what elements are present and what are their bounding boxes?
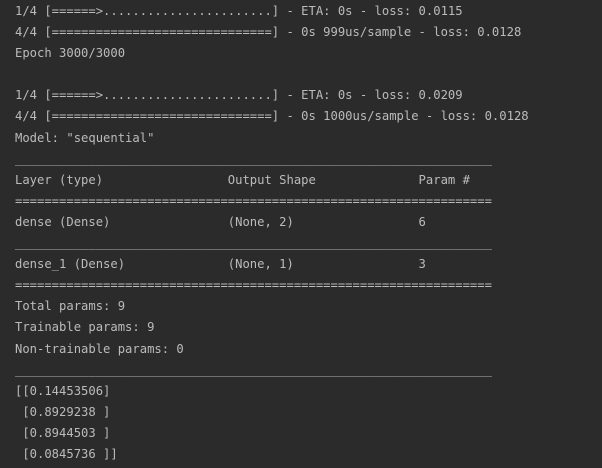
trainable-params-line: Trainable params: 9	[15, 320, 155, 335]
summary-double-separator: ========================================…	[15, 193, 492, 208]
progress-line-partial: 1/4 [======>.......................] - E…	[15, 88, 463, 103]
summary-separator: ________________________________________…	[15, 236, 492, 251]
summary-separator: ________________________________________…	[15, 151, 492, 166]
summary-double-separator: ========================================…	[15, 278, 492, 293]
summary-header-row: Layer (type) Output Shape Param #	[15, 172, 492, 187]
layer-row: dense_1 (Dense) (None, 1) 3	[15, 257, 492, 272]
prediction-line: [0.8929238 ]	[15, 404, 111, 419]
prediction-line: [0.0845736 ]]	[15, 446, 118, 461]
epoch-line: Epoch 3000/3000	[15, 46, 126, 61]
prediction-line: [[0.14453506]	[15, 383, 111, 398]
progress-line-complete: 4/4 [==============================] - 0…	[15, 109, 529, 124]
progress-line-partial: 1/4 [======>.......................] - E…	[15, 4, 463, 18]
layer-row: dense (Dense) (None, 2) 6	[15, 214, 492, 229]
summary-separator: ________________________________________…	[15, 362, 492, 377]
prediction-line: [0.8944503 ]	[15, 425, 111, 440]
non-trainable-params-line: Non-trainable params: 0	[15, 341, 184, 356]
console-output[interactable]: 1/4 [======>.......................] - E…	[0, 0, 602, 468]
model-name-line: Model: "sequential"	[15, 130, 155, 145]
progress-line-complete: 4/4 [==============================] - 0…	[15, 25, 522, 40]
total-params-line: Total params: 9	[15, 299, 126, 314]
